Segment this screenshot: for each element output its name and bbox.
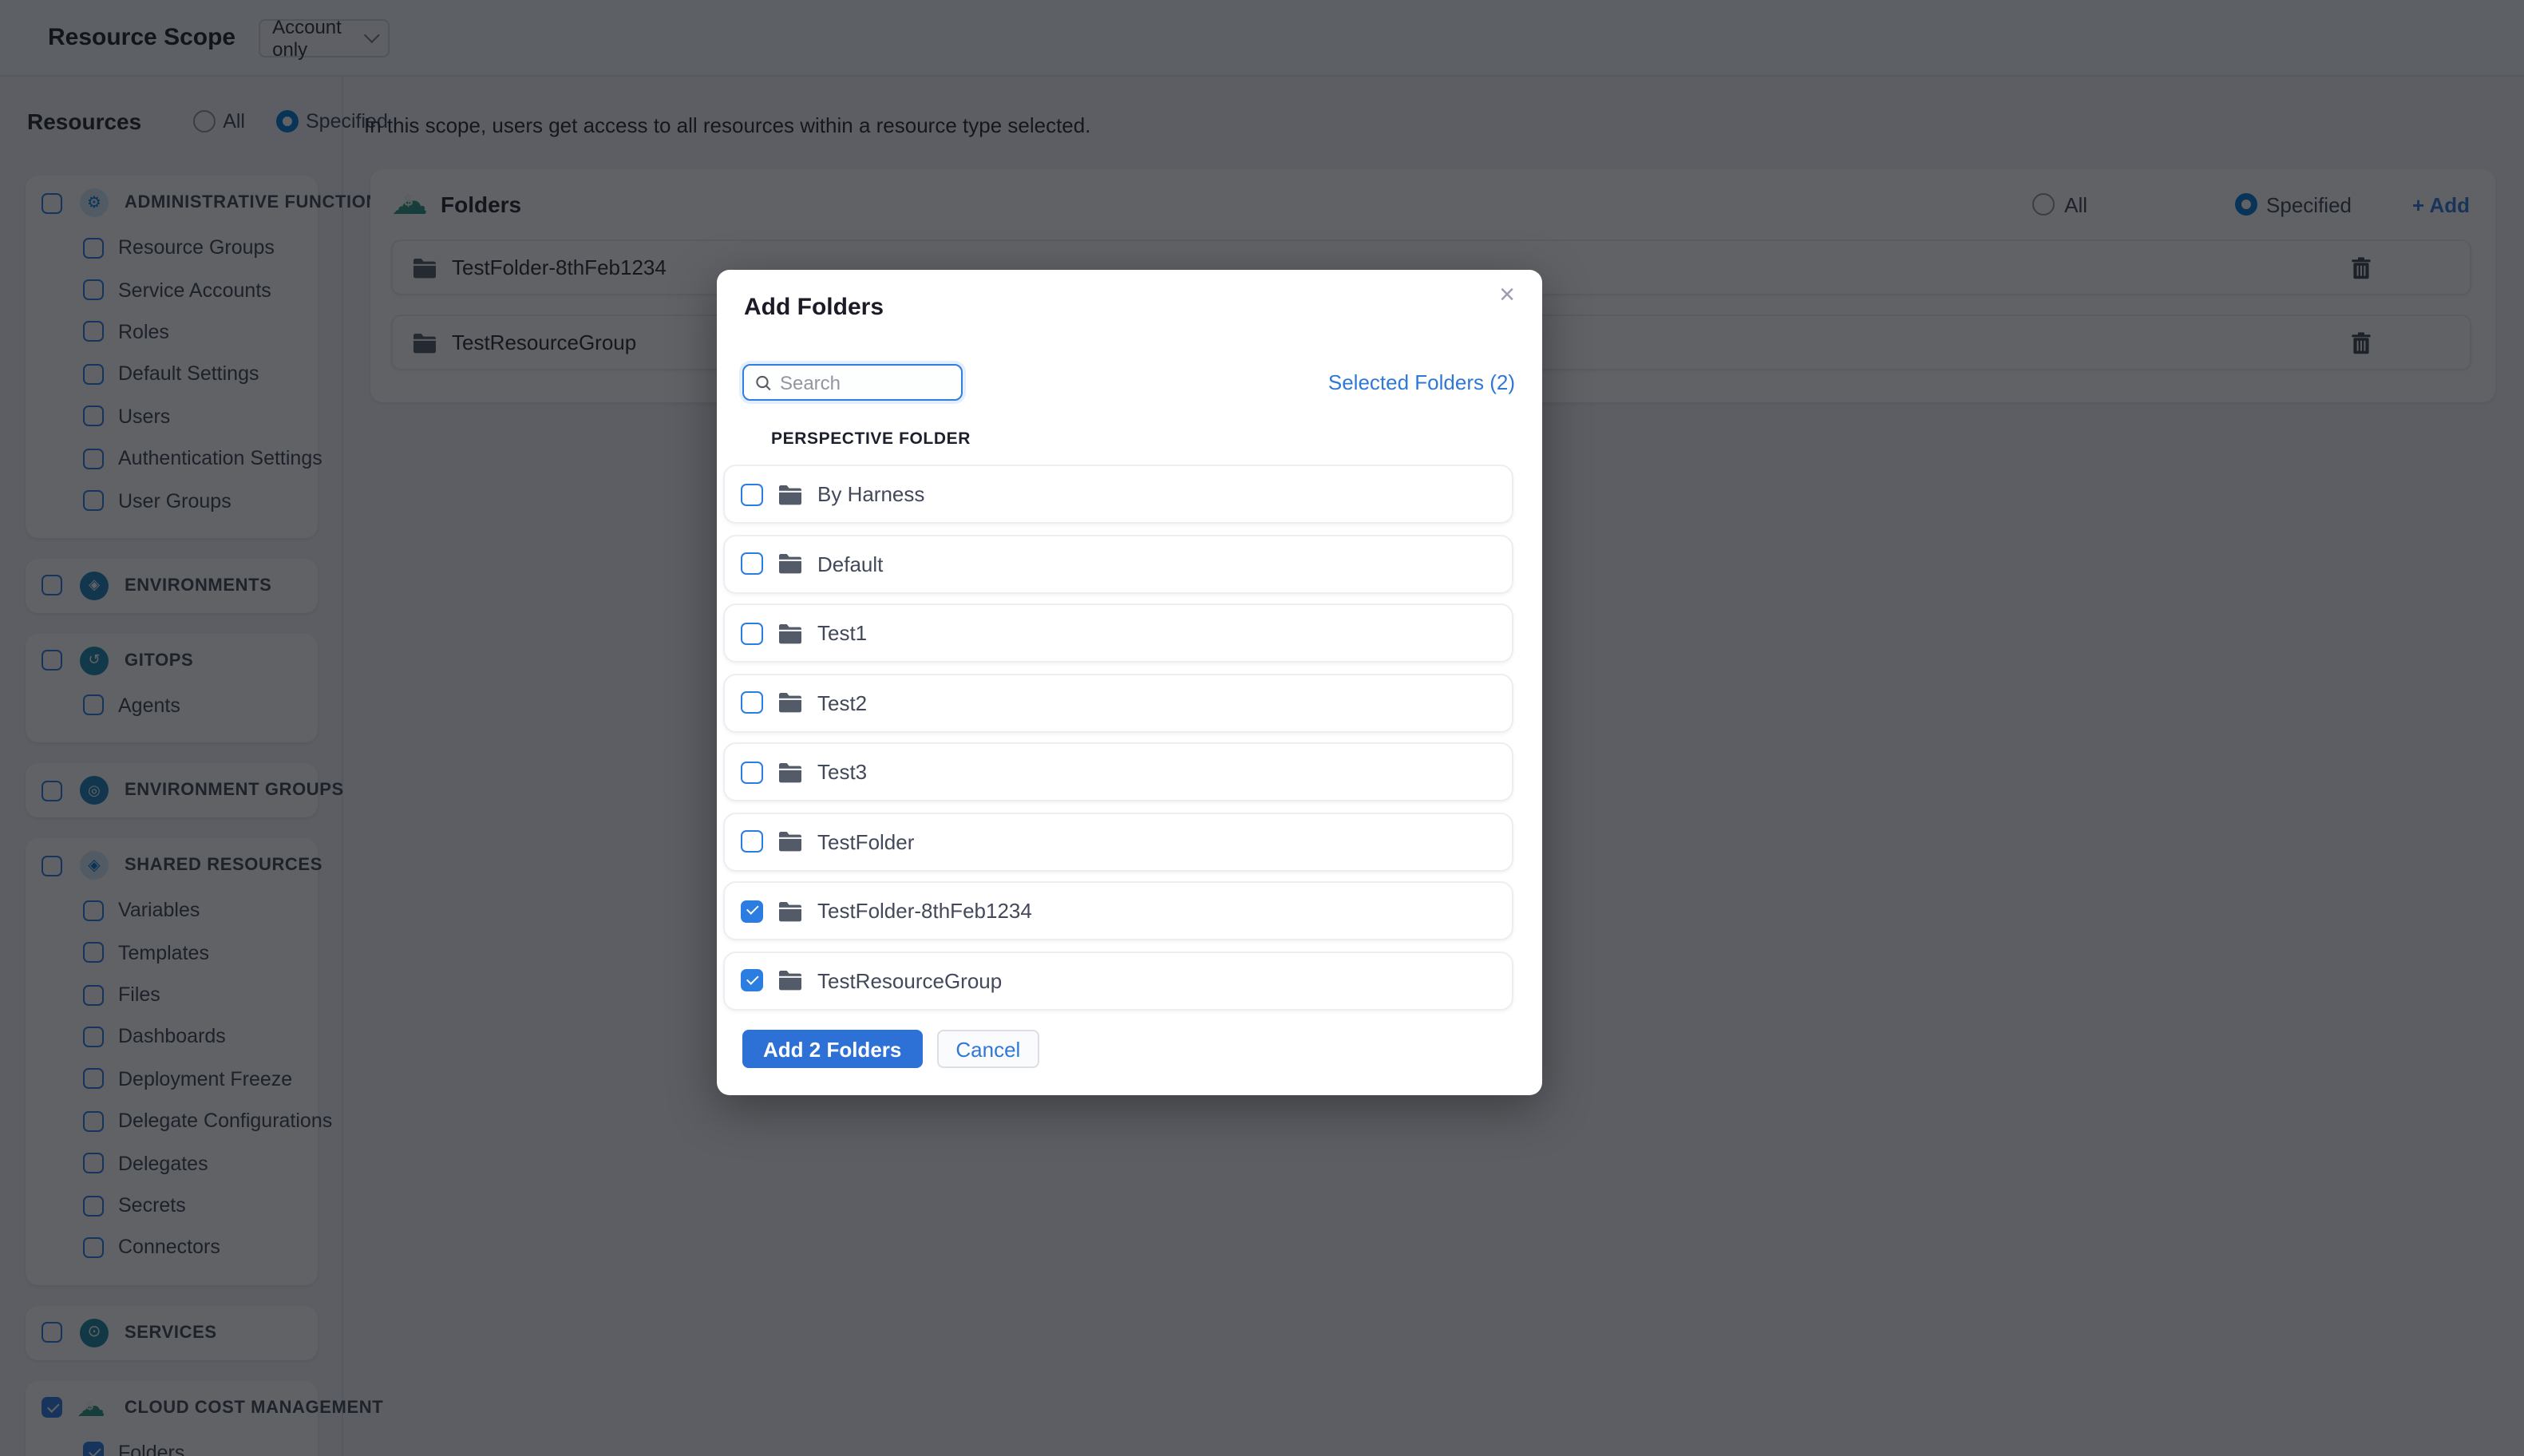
checkbox-checked[interactable]: [741, 969, 763, 991]
column-header-perspective-folder: PERSPECTIVE FOLDER: [771, 429, 971, 449]
checkbox-unchecked[interactable]: [741, 552, 763, 575]
folder-option-row[interactable]: Test1: [723, 603, 1513, 663]
selected-folders-link[interactable]: Selected Folders (2): [1328, 370, 1515, 394]
folder-list: By Harness Default Test1 Test2 Test3 TestFold…: [723, 465, 1513, 1020]
folder-name: Test3: [817, 760, 868, 784]
modal-title: Add Folders: [744, 294, 884, 321]
checkbox-checked[interactable]: [741, 900, 763, 922]
folder-icon: [779, 554, 801, 574]
folder-icon: [779, 832, 801, 852]
cancel-button[interactable]: Cancel: [936, 1030, 1040, 1068]
folder-icon: [779, 693, 801, 713]
folder-name: Default: [817, 552, 884, 576]
checkbox-unchecked[interactable]: [741, 761, 763, 783]
folder-name: By Harness: [817, 482, 925, 506]
search-icon: [756, 374, 771, 390]
checkbox-unchecked[interactable]: [741, 691, 763, 714]
folder-icon: [779, 971, 801, 991]
folder-option-row[interactable]: Default: [723, 534, 1513, 593]
folder-icon: [779, 901, 801, 921]
checkbox-unchecked[interactable]: [741, 622, 763, 644]
folder-option-row[interactable]: TestResourceGroup: [723, 951, 1513, 1010]
checkbox-unchecked[interactable]: [741, 483, 763, 505]
folder-option-row[interactable]: Test3: [723, 742, 1513, 801]
folder-name: Test1: [817, 621, 868, 645]
folder-option-row[interactable]: By Harness: [723, 465, 1513, 524]
folder-option-row[interactable]: Test2: [723, 673, 1513, 732]
search-input[interactable]: [779, 371, 950, 394]
close-icon[interactable]: ×: [1491, 279, 1523, 311]
folder-icon: [779, 623, 801, 643]
folder-option-row[interactable]: TestFolder: [723, 812, 1513, 871]
folder-name: TestFolder-8thFeb1234: [817, 899, 1032, 923]
folder-name: Test2: [817, 690, 868, 714]
folder-name: TestFolder: [817, 829, 915, 853]
add-folders-button[interactable]: Add 2 Folders: [742, 1030, 923, 1068]
folder-option-row[interactable]: TestFolder-8thFeb1234: [723, 881, 1513, 940]
search-box: [742, 364, 963, 401]
folder-name: TestResourceGroup: [817, 968, 1003, 992]
folder-icon: [779, 485, 801, 504]
add-folders-modal: Add Folders × Selected Folders (2) PERSP…: [717, 270, 1542, 1095]
checkbox-unchecked[interactable]: [741, 830, 763, 853]
folder-icon: [779, 762, 801, 782]
